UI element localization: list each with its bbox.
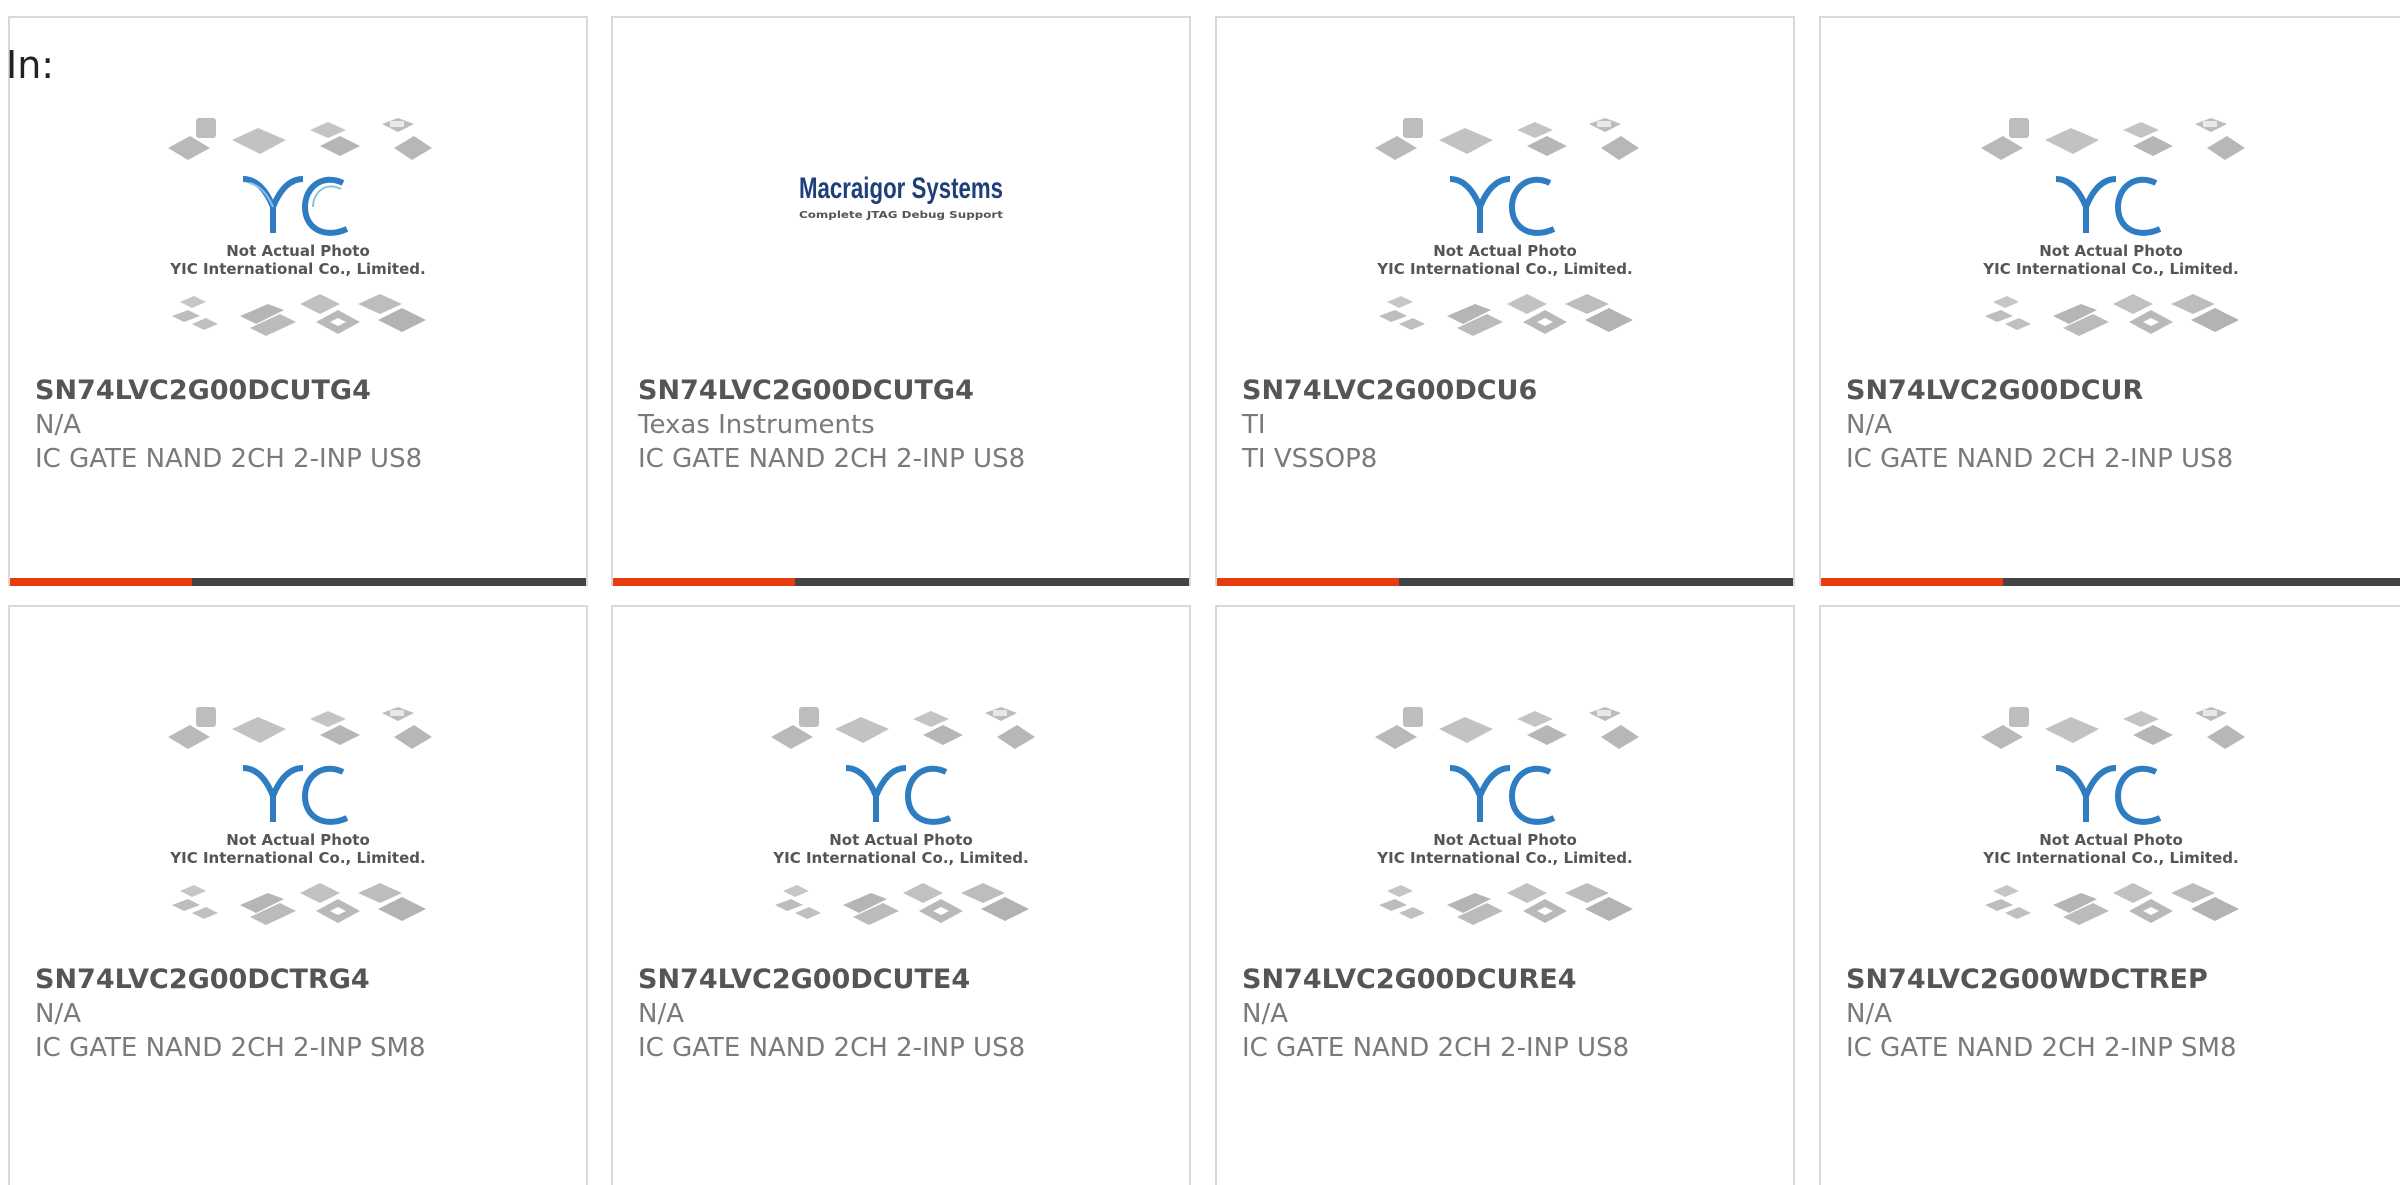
part-number[interactable]: SN74LVC2G00WDCTREP bbox=[1846, 963, 2380, 997]
card-accent-bar bbox=[1821, 578, 2400, 586]
svg-text:Not Actual Photo: Not Actual Photo bbox=[829, 831, 973, 849]
yic-placeholder-image: Not Actual Photo YIC International Co., … bbox=[771, 707, 1035, 925]
part-number[interactable]: SN74LVC2G00DCU6 bbox=[1242, 374, 1773, 408]
yic-placeholder-image: Not Actual Photo YIC International Co., … bbox=[168, 118, 432, 336]
yic-placeholder-image: Not Actual Photo YIC International Co., … bbox=[1375, 118, 1639, 336]
yic-logo bbox=[1449, 765, 1556, 825]
card-accent-bar bbox=[613, 578, 1189, 586]
manufacturer: N/A bbox=[35, 999, 81, 1029]
svg-text:YIC International Co., Limited: YIC International Co., Limited. bbox=[169, 260, 425, 278]
product-card[interactable]: Not Actual Photo YIC International Co., … bbox=[1215, 16, 1795, 586]
product-image: Not Actual Photo YIC International Co., … bbox=[1217, 108, 1793, 368]
part-number[interactable]: SN74LVC2G00DCTRG4 bbox=[35, 963, 566, 997]
product-image: Macraigor Systems Complete JTAG Debug Su… bbox=[613, 108, 1189, 368]
description: IC GATE NAND 2CH 2-INP SM8 bbox=[35, 1033, 426, 1063]
product-card[interactable]: Not Actual Photo YIC International Co., … bbox=[1819, 605, 2400, 1185]
description: IC GATE NAND 2CH 2-INP US8 bbox=[638, 1033, 1026, 1063]
svg-text:YIC International Co., Limited: YIC International Co., Limited. bbox=[1376, 260, 1632, 278]
svg-text:YIC International Co., Limited: YIC International Co., Limited. bbox=[772, 849, 1028, 867]
description: IC GATE NAND 2CH 2-INP US8 bbox=[638, 444, 1026, 474]
product-card[interactable]: Not Actual Photo YIC International Co., … bbox=[8, 605, 588, 1185]
svg-text:YIC International Co., Limited: YIC International Co., Limited. bbox=[1982, 260, 2238, 278]
yic-logo bbox=[1449, 176, 1556, 236]
svg-text:Not Actual Photo: Not Actual Photo bbox=[226, 831, 370, 849]
description: IC GATE NAND 2CH 2-INP US8 bbox=[1242, 1033, 1630, 1063]
svg-text:Not Actual Photo: Not Actual Photo bbox=[226, 242, 370, 260]
manufacturer: N/A bbox=[35, 410, 81, 440]
yic-placeholder-image: Not Actual Photo YIC International Co., … bbox=[1980, 118, 2245, 336]
yic-logo bbox=[242, 176, 349, 236]
product-card[interactable]: Not Actual Photo YIC International Co., … bbox=[1819, 16, 2400, 586]
svg-text:Not Actual Photo: Not Actual Photo bbox=[2039, 242, 2183, 260]
yic-logo bbox=[845, 765, 952, 825]
description: TI VSSOP8 bbox=[1242, 444, 1378, 474]
svg-text:Macraigor Systems: Macraigor Systems bbox=[799, 172, 1003, 205]
svg-text:YIC International Co., Limited: YIC International Co., Limited. bbox=[169, 849, 425, 867]
product-image: Not Actual Photo YIC International Co., … bbox=[10, 108, 586, 368]
macraigor-logo-image: Macraigor Systems Complete JTAG Debug Su… bbox=[799, 172, 1003, 221]
svg-text:Not Actual Photo: Not Actual Photo bbox=[1433, 242, 1577, 260]
product-image: Not Actual Photo YIC International Co., … bbox=[10, 697, 586, 957]
svg-text:YIC International Co., Limited: YIC International Co., Limited. bbox=[1376, 849, 1632, 867]
yic-logo bbox=[2055, 176, 2161, 236]
description: IC GATE NAND 2CH 2-INP US8 bbox=[35, 444, 423, 474]
part-number[interactable]: SN74LVC2G00DCURE4 bbox=[1242, 963, 1773, 997]
part-number[interactable]: SN74LVC2G00DCUTG4 bbox=[638, 374, 1169, 408]
svg-text:Not Actual Photo: Not Actual Photo bbox=[1433, 831, 1577, 849]
manufacturer: N/A bbox=[1846, 410, 1892, 440]
part-number[interactable]: SN74LVC2G00DCUR bbox=[1846, 374, 2380, 408]
description: IC GATE NAND 2CH 2-INP SM8 bbox=[1846, 1033, 2237, 1063]
product-card[interactable]: Not Actual Photo YIC International Co., … bbox=[1215, 605, 1795, 1185]
product-image: Not Actual Photo YIC International Co., … bbox=[1821, 108, 2400, 368]
manufacturer: Texas Instruments bbox=[638, 410, 875, 440]
filter-label: In: bbox=[6, 43, 55, 87]
yic-placeholder-image: Not Actual Photo YIC International Co., … bbox=[1980, 707, 2245, 925]
product-image: Not Actual Photo YIC International Co., … bbox=[1217, 697, 1793, 957]
card-accent-bar bbox=[1217, 578, 1793, 586]
svg-text:Complete JTAG Debug Support: Complete JTAG Debug Support bbox=[799, 210, 1003, 221]
yic-placeholder-image: Not Actual Photo YIC International Co., … bbox=[168, 707, 432, 925]
manufacturer: N/A bbox=[1846, 999, 1892, 1029]
part-number[interactable]: SN74LVC2G00DCUTG4 bbox=[35, 374, 566, 408]
manufacturer: N/A bbox=[638, 999, 684, 1029]
product-card[interactable]: Macraigor Systems Complete JTAG Debug Su… bbox=[611, 16, 1191, 586]
product-image: Not Actual Photo YIC International Co., … bbox=[1821, 697, 2400, 957]
description: IC GATE NAND 2CH 2-INP US8 bbox=[1846, 444, 2234, 474]
product-card[interactable]: Not Actual Photo YIC International Co., … bbox=[8, 16, 588, 586]
manufacturer: N/A bbox=[1242, 999, 1288, 1029]
yic-logo bbox=[242, 765, 349, 825]
part-number[interactable]: SN74LVC2G00DCUTE4 bbox=[638, 963, 1169, 997]
svg-text:Not Actual Photo: Not Actual Photo bbox=[2039, 831, 2183, 849]
yic-logo bbox=[2055, 765, 2161, 825]
yic-placeholder-image: Not Actual Photo YIC International Co., … bbox=[1375, 707, 1639, 925]
manufacturer: TI bbox=[1242, 410, 1266, 440]
product-image: Not Actual Photo YIC International Co., … bbox=[613, 697, 1189, 957]
product-card[interactable]: Not Actual Photo YIC International Co., … bbox=[611, 605, 1191, 1185]
card-accent-bar bbox=[10, 578, 586, 586]
svg-text:YIC International Co., Limited: YIC International Co., Limited. bbox=[1982, 849, 2238, 867]
